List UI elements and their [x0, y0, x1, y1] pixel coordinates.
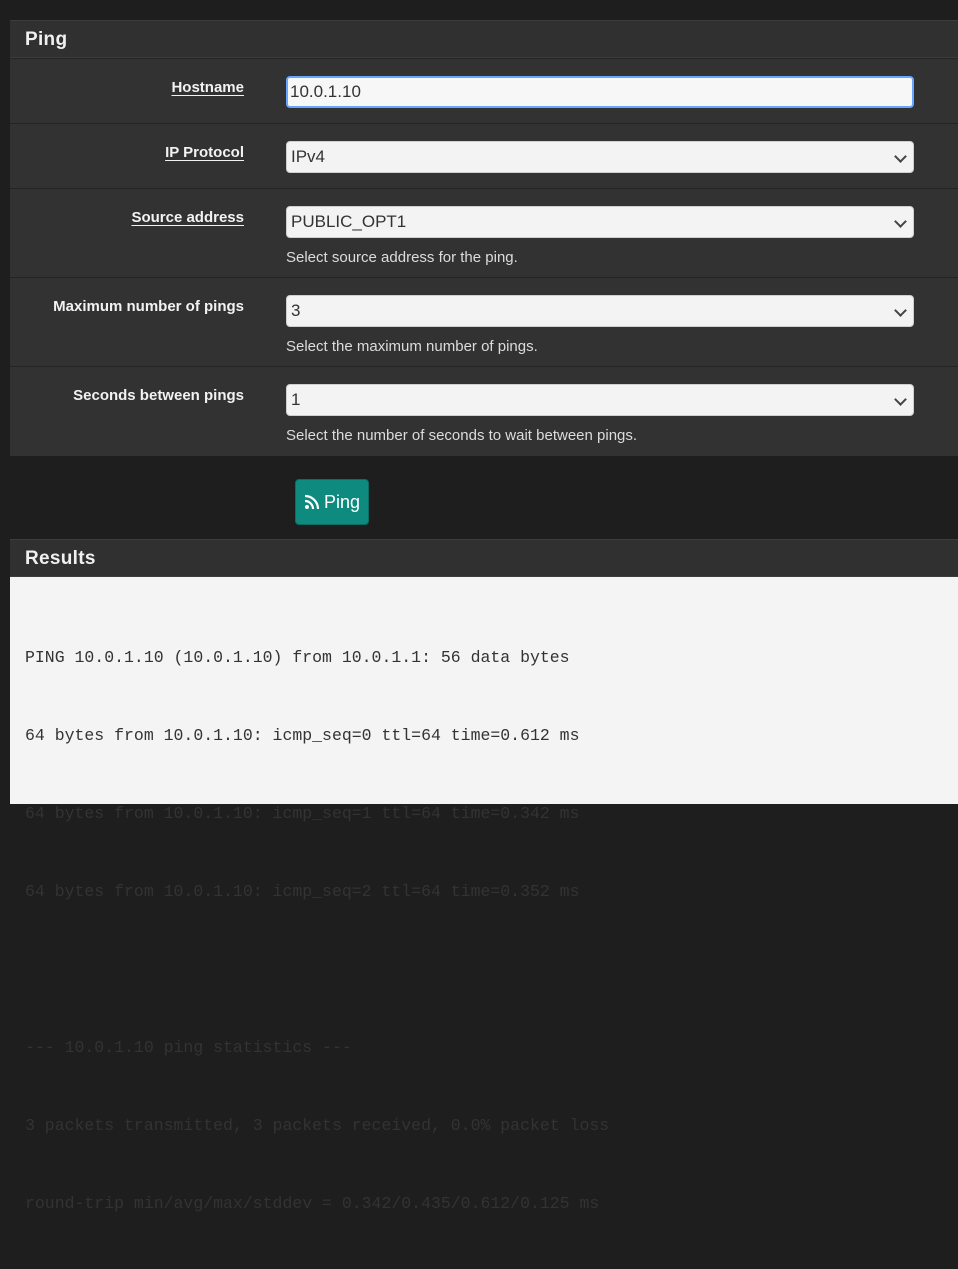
- hostname-input[interactable]: 10.0.1.10: [286, 76, 914, 108]
- max-pings-select[interactable]: 3: [286, 295, 914, 327]
- results-line: round-trip min/avg/max/stddev = 0.342/0.…: [25, 1194, 600, 1213]
- results-line: --- 10.0.1.10 ping statistics ---: [25, 1038, 352, 1057]
- max-pings-help: Select the maximum number of pings.: [286, 338, 538, 355]
- source-address-row: Source address PUBLIC_OPT1 Select source…: [10, 188, 958, 277]
- max-pings-label: Maximum number of pings: [53, 298, 244, 315]
- hostname-row: Hostname 10.0.1.10: [10, 58, 958, 123]
- ping-button-label: Ping: [323, 491, 361, 512]
- results-panel: Results PING 10.0.1.10 (10.0.1.10) from …: [10, 539, 958, 1213]
- seconds-between-label: Seconds between pings: [73, 387, 244, 404]
- source-address-label[interactable]: Source address: [131, 209, 244, 226]
- results-line: [25, 957, 958, 983]
- ping-button[interactable]: Ping: [295, 479, 369, 525]
- results-panel-title: Results: [10, 539, 958, 577]
- ip-protocol-label[interactable]: IP Protocol: [165, 144, 244, 161]
- results-line: 64 bytes from 10.0.1.10: icmp_seq=2 ttl=…: [25, 882, 580, 901]
- results-line: 64 bytes from 10.0.1.10: icmp_seq=0 ttl=…: [25, 726, 580, 745]
- ip-protocol-select[interactable]: IPv4: [286, 141, 914, 173]
- results-line: PING 10.0.1.10 (10.0.1.10) from 10.0.1.1…: [25, 648, 570, 667]
- hostname-value: 10.0.1.10: [290, 82, 361, 101]
- results-line: 3 packets transmitted, 3 packets receive…: [25, 1116, 610, 1135]
- chevron-down-icon: [894, 304, 907, 317]
- ping-panel-title: Ping: [10, 20, 958, 58]
- max-pings-row: Maximum number of pings 3 Select the max…: [10, 277, 958, 366]
- source-address-help: Select source address for the ping.: [286, 249, 518, 266]
- ip-protocol-value: IPv4: [291, 147, 326, 166]
- ping-panel: Ping Hostname 10.0.1.10 IP Protocol IPv4…: [10, 20, 958, 456]
- source-address-select[interactable]: PUBLIC_OPT1: [286, 206, 914, 238]
- chevron-down-icon: [894, 215, 907, 228]
- results-output: PING 10.0.1.10 (10.0.1.10) from 10.0.1.1…: [10, 577, 958, 1213]
- ip-protocol-row: IP Protocol IPv4: [10, 123, 958, 188]
- chevron-down-icon: [894, 393, 907, 406]
- source-address-value: PUBLIC_OPT1: [291, 212, 407, 231]
- seconds-between-value: 1: [291, 390, 301, 409]
- seconds-between-help: Select the number of seconds to wait bet…: [286, 427, 638, 444]
- hostname-label[interactable]: Hostname: [171, 79, 244, 96]
- seconds-between-select[interactable]: 1: [286, 384, 914, 416]
- chevron-down-icon: [894, 150, 907, 163]
- max-pings-value: 3: [291, 301, 301, 320]
- seconds-between-row: Seconds between pings 1 Select the numbe…: [10, 366, 958, 456]
- rss-icon: [304, 494, 320, 510]
- results-line: 64 bytes from 10.0.1.10: icmp_seq=1 ttl=…: [25, 804, 580, 823]
